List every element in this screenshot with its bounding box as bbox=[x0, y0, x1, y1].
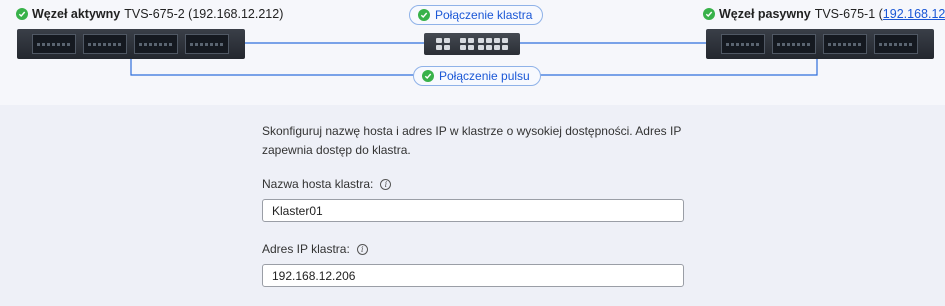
hostname-input[interactable] bbox=[262, 199, 684, 222]
hostname-label: Nazwa hosta klastra: bbox=[262, 177, 374, 191]
check-circle-icon bbox=[16, 8, 28, 20]
heartbeat-connection-badge: Połączenie pulsu bbox=[413, 66, 541, 86]
ip-label-row: Adres IP klastra: i bbox=[262, 242, 368, 256]
passive-node-role: Węzeł pasywny bbox=[719, 7, 811, 21]
drive-bay bbox=[772, 34, 816, 54]
ip-label: Adres IP klastra: bbox=[262, 242, 350, 256]
drive-bay bbox=[134, 34, 178, 54]
drive-bay bbox=[874, 34, 918, 54]
drive-bay bbox=[823, 34, 867, 54]
drive-bay bbox=[185, 34, 229, 54]
form-description: Skonfiguruj nazwę hosta i adres IP w kla… bbox=[262, 124, 682, 157]
drive-bay bbox=[721, 34, 765, 54]
cluster-connection-badge: Połączenie klastra bbox=[409, 5, 544, 25]
info-icon[interactable]: i bbox=[380, 178, 392, 190]
active-node-role: Węzeł aktywny bbox=[32, 7, 121, 21]
active-node-label: Węzeł aktywny TVS-675-2 (192.168.12.212) bbox=[16, 7, 283, 21]
hostname-label-row: Nazwa hosta klastra: i bbox=[262, 177, 392, 191]
ip-address-input[interactable] bbox=[262, 264, 684, 287]
passive-node-model: TVS-675-1 ( bbox=[814, 7, 883, 21]
active-node-name: TVS-675-2 (192.168.12.212) bbox=[124, 7, 284, 21]
passive-nas-device bbox=[706, 29, 934, 59]
active-nas-device bbox=[17, 29, 245, 59]
drive-bay bbox=[83, 34, 127, 54]
passive-node-ip-link[interactable]: 192.168.12.211 bbox=[883, 7, 945, 21]
check-circle-icon bbox=[703, 8, 715, 20]
check-circle-icon bbox=[422, 70, 434, 82]
info-icon[interactable]: i bbox=[356, 243, 368, 255]
check-circle-icon bbox=[418, 9, 430, 21]
cluster-connection-label: Połączenie klastra bbox=[435, 8, 533, 22]
heartbeat-connection-label: Połączenie pulsu bbox=[439, 69, 530, 83]
network-switch-icon bbox=[424, 33, 520, 55]
drive-bay bbox=[32, 34, 76, 54]
passive-node-name: TVS-675-1 (192.168.12.211) bbox=[815, 7, 945, 21]
cluster-topology: Węzeł aktywny TVS-675-2 (192.168.12.212)… bbox=[0, 0, 945, 105]
passive-node-label: Węzeł pasywny TVS-675-1 (192.168.12.211) bbox=[703, 7, 945, 21]
